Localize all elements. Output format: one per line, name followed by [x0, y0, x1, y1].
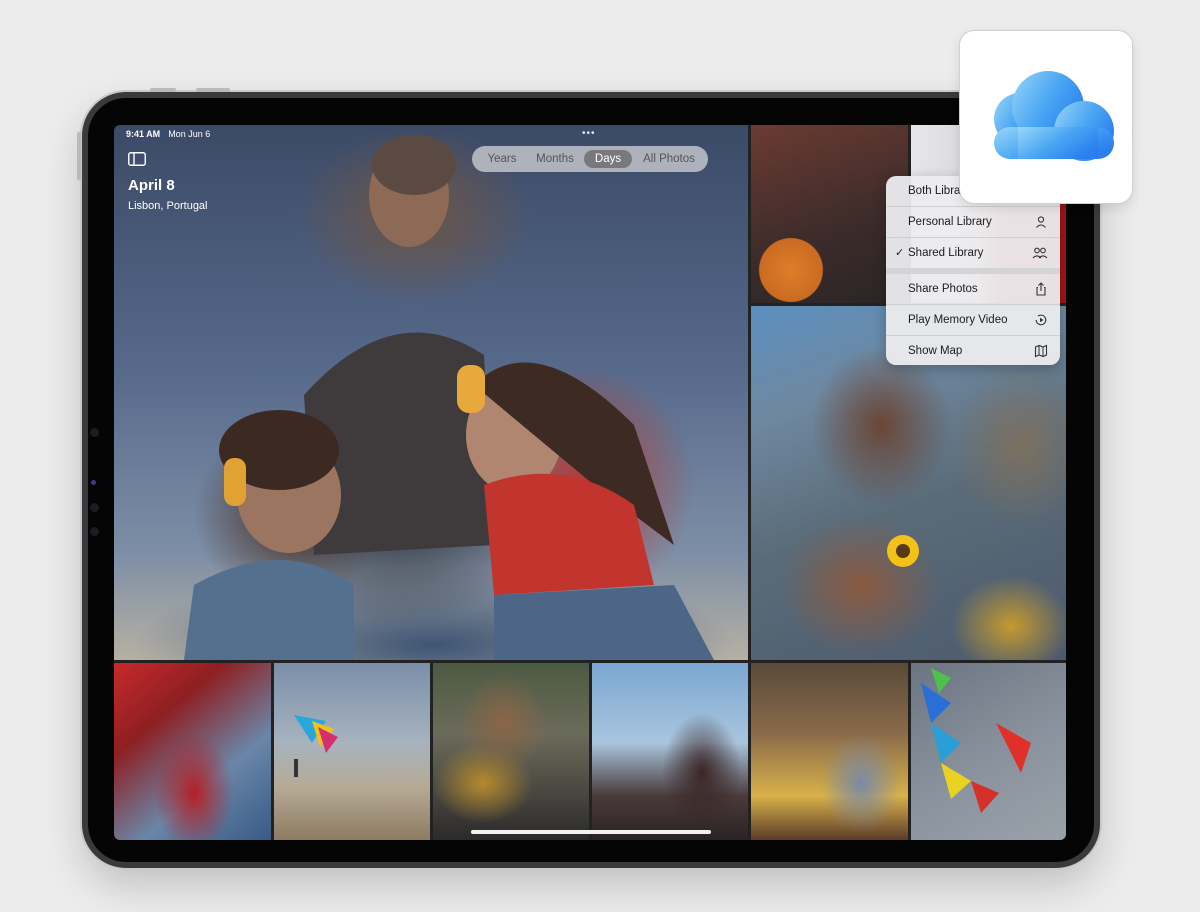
home-indicator[interactable] — [471, 830, 711, 834]
top-button-2 — [196, 88, 230, 92]
status-date: Mon Jun 6 — [168, 129, 211, 139]
top-button-1 — [150, 88, 176, 92]
status-time: 9:41 AM — [126, 129, 161, 139]
sensor-dot — [91, 480, 96, 485]
sidebar-toggle-icon[interactable] — [128, 152, 146, 166]
checkmark-icon: ✓ — [895, 247, 905, 259]
photos-screen: 9:41 AM Mon Jun 6 ••• April 8 Lisbon, Por… — [114, 125, 1066, 840]
menu-item-label: Personal Library — [908, 216, 992, 228]
hero-photo[interactable] — [114, 125, 748, 660]
side-button — [77, 132, 81, 180]
menu-item-label: Share Photos — [908, 283, 978, 295]
person-icon — [1034, 215, 1048, 229]
icloud-app-tile — [960, 31, 1132, 203]
menu-item-play-memory-video[interactable]: Play Memory Video — [886, 305, 1060, 335]
photo-tile[interactable] — [274, 663, 430, 840]
photo-tile[interactable] — [433, 663, 589, 840]
tab-months[interactable]: Months — [530, 150, 580, 168]
tab-days[interactable]: Days — [584, 150, 632, 168]
map-icon — [1034, 344, 1048, 358]
tab-years[interactable]: Years — [480, 150, 524, 168]
kites-graphic — [921, 668, 1031, 813]
photo-tile[interactable] — [751, 125, 908, 303]
hero-photo-figures — [184, 135, 714, 660]
photo-tile[interactable] — [751, 663, 908, 840]
cloud-icon — [994, 71, 1114, 161]
location-subtitle: Lisbon, Portugal — [128, 200, 208, 212]
multitasking-dots[interactable]: ••• — [582, 128, 596, 139]
menu-item-show-map[interactable]: Show Map — [886, 336, 1060, 365]
memory-play-icon — [1034, 313, 1048, 327]
status-bar: 9:41 AM Mon Jun 6 — [126, 129, 210, 139]
page-title: April 8 — [128, 177, 175, 194]
library-menu: Both Libraries Personal Library ✓ Shared… — [886, 176, 1060, 365]
menu-item-shared-library[interactable]: ✓ Shared Library — [886, 238, 1060, 268]
menu-item-label: Show Map — [908, 345, 963, 357]
menu-item-label: Shared Library — [908, 247, 984, 259]
menu-item-share-photos[interactable]: Share Photos — [886, 274, 1060, 304]
view-switcher: Years Months Days All Photos — [472, 146, 708, 172]
kite-graphic — [294, 715, 338, 777]
people-icon — [1032, 246, 1048, 260]
photo-tile[interactable] — [911, 663, 1066, 840]
menu-item-label: Play Memory Video — [908, 314, 1008, 326]
photo-tile[interactable] — [114, 663, 271, 840]
menu-item-personal-library[interactable]: Personal Library — [886, 207, 1060, 237]
sensor-dot — [90, 503, 99, 512]
photo-tile[interactable] — [592, 663, 748, 840]
sensor-dot — [90, 527, 99, 536]
tab-all-photos[interactable]: All Photos — [636, 150, 702, 168]
camera-dot — [90, 428, 99, 437]
share-icon — [1034, 282, 1048, 296]
